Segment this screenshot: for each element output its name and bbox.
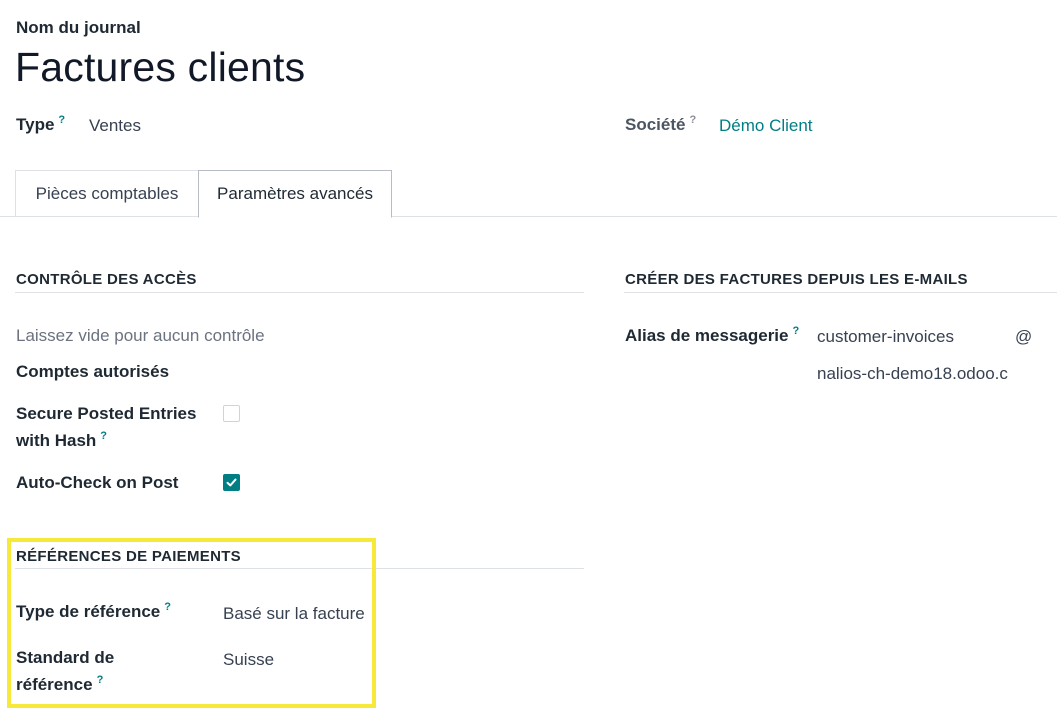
alias-label: Alias de messagerie [625, 326, 789, 345]
checkmark-icon [226, 478, 237, 487]
alias-name-input[interactable]: customer-invoices [817, 327, 954, 347]
allowed-accounts-input[interactable]: Laissez vide pour aucun contrôle [16, 326, 265, 346]
tab-advanced-settings[interactable]: Paramètres avancés [198, 170, 392, 218]
company-value-link[interactable]: Démo Client [719, 116, 813, 136]
company-label: Société [625, 115, 686, 134]
highlight-frame [7, 538, 376, 708]
secure-hash-checkbox[interactable] [223, 405, 240, 422]
company-help-icon[interactable]: ? [689, 114, 696, 126]
type-field-label: Type? [16, 114, 65, 135]
type-help-icon[interactable]: ? [58, 114, 65, 126]
secure-hash-help-icon[interactable]: ? [100, 430, 107, 442]
secure-hash-label-line2: with Hash [16, 431, 97, 450]
alias-domain-input[interactable]: nalios-ch-demo18.odoo.c [817, 364, 1017, 384]
secure-hash-label-line1: Secure Posted Entries [16, 404, 197, 423]
access-control-section-title: CONTRÔLE DES ACCÈS [16, 271, 197, 288]
alias-help-icon[interactable]: ? [792, 325, 799, 337]
tabs-divider [0, 216, 1057, 217]
auto-check-checkbox[interactable] [223, 474, 240, 491]
type-label: Type [16, 115, 55, 134]
secure-hash-label-line2-wrap: with Hash? [16, 430, 107, 451]
email-invoices-section-title: CRÉER DES FACTURES DEPUIS LES E-MAILS [625, 271, 968, 288]
alias-label-wrap: Alias de messagerie? [625, 325, 799, 346]
auto-check-label: Auto-Check on Post [16, 473, 179, 492]
allowed-accounts-label: Comptes autorisés [16, 362, 170, 381]
email-invoices-divider [624, 292, 1057, 293]
journal-name-label: Nom du journal [16, 18, 141, 37]
tab-journal-entries[interactable]: Pièces comptables [15, 170, 199, 216]
journal-name-field[interactable]: Factures clients [15, 44, 305, 91]
company-field-label: Société? [625, 114, 696, 135]
access-control-divider [15, 292, 584, 293]
alias-at-sign: @ [1015, 327, 1033, 346]
type-value[interactable]: Ventes [89, 116, 141, 136]
